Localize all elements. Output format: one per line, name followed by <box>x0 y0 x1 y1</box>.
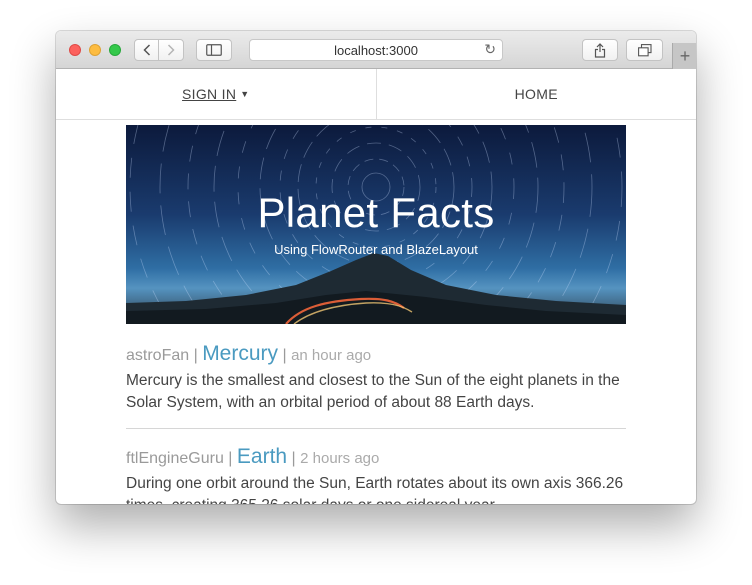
hero-subtitle: Using FlowRouter and BlazeLayout <box>274 242 478 257</box>
post-time: an hour ago <box>291 347 372 364</box>
plus-icon: + <box>679 46 691 66</box>
post-body: During one orbit around the Sun, Earth r… <box>126 475 624 504</box>
sign-in-label: SIGN IN <box>182 86 237 102</box>
post-body: Mercury is the smallest and closest to t… <box>126 372 620 411</box>
sign-in-dropdown[interactable]: SIGN IN ▼ <box>56 69 376 119</box>
caret-down-icon: ▼ <box>240 89 250 99</box>
post-item: astroFan | Mercury | an hour ago Mercury… <box>126 342 626 429</box>
post-time: 2 hours ago <box>300 450 380 467</box>
top-navigation: SIGN IN ▼ HOME <box>56 69 696 120</box>
sidebar-toggle-button[interactable] <box>196 39 232 61</box>
chevron-right-icon <box>167 44 175 56</box>
address-bar[interactable]: localhost:3000 ↻ <box>249 39 503 61</box>
share-icon <box>594 42 606 58</box>
home-label: HOME <box>514 86 558 102</box>
browser-titlebar: localhost:3000 ↻ + <box>56 31 696 69</box>
post-planet-link[interactable]: Earth <box>237 445 287 468</box>
close-window-button[interactable] <box>69 44 81 56</box>
post-divider <box>126 428 626 429</box>
main-content: Planet Facts Using FlowRouter and BlazeL… <box>126 125 626 504</box>
tabs-icon <box>637 43 652 56</box>
browser-window: localhost:3000 ↻ + SIGN IN ▼ HOME Planet… <box>56 31 696 504</box>
minimize-window-button[interactable] <box>89 44 101 56</box>
post-meta: astroFan | Mercury | an hour ago <box>126 342 372 365</box>
post-author: ftlEngineGuru <box>126 450 224 467</box>
back-button[interactable] <box>134 39 159 61</box>
reload-icon[interactable]: ↻ <box>484 41 496 58</box>
post-author: astroFan <box>126 347 190 364</box>
new-tab-button[interactable]: + <box>672 43 696 69</box>
sidebar-icon <box>206 44 222 56</box>
hero-title: Planet Facts <box>257 189 495 236</box>
post-planet-link[interactable]: Mercury <box>202 342 278 365</box>
hero-banner: Planet Facts Using FlowRouter and BlazeL… <box>126 125 626 324</box>
show-tabs-button[interactable] <box>626 39 663 61</box>
forward-button[interactable] <box>158 39 184 61</box>
chevron-left-icon <box>142 44 150 56</box>
post-item: ftlEngineGuru | Earth | 2 hours ago Duri… <box>126 445 626 504</box>
url-text: localhost:3000 <box>334 42 418 58</box>
nav-home-link[interactable]: HOME <box>375 69 697 119</box>
post-meta: ftlEngineGuru | Earth | 2 hours ago <box>126 445 380 468</box>
share-button[interactable] <box>582 39 618 61</box>
zoom-window-button[interactable] <box>109 44 121 56</box>
